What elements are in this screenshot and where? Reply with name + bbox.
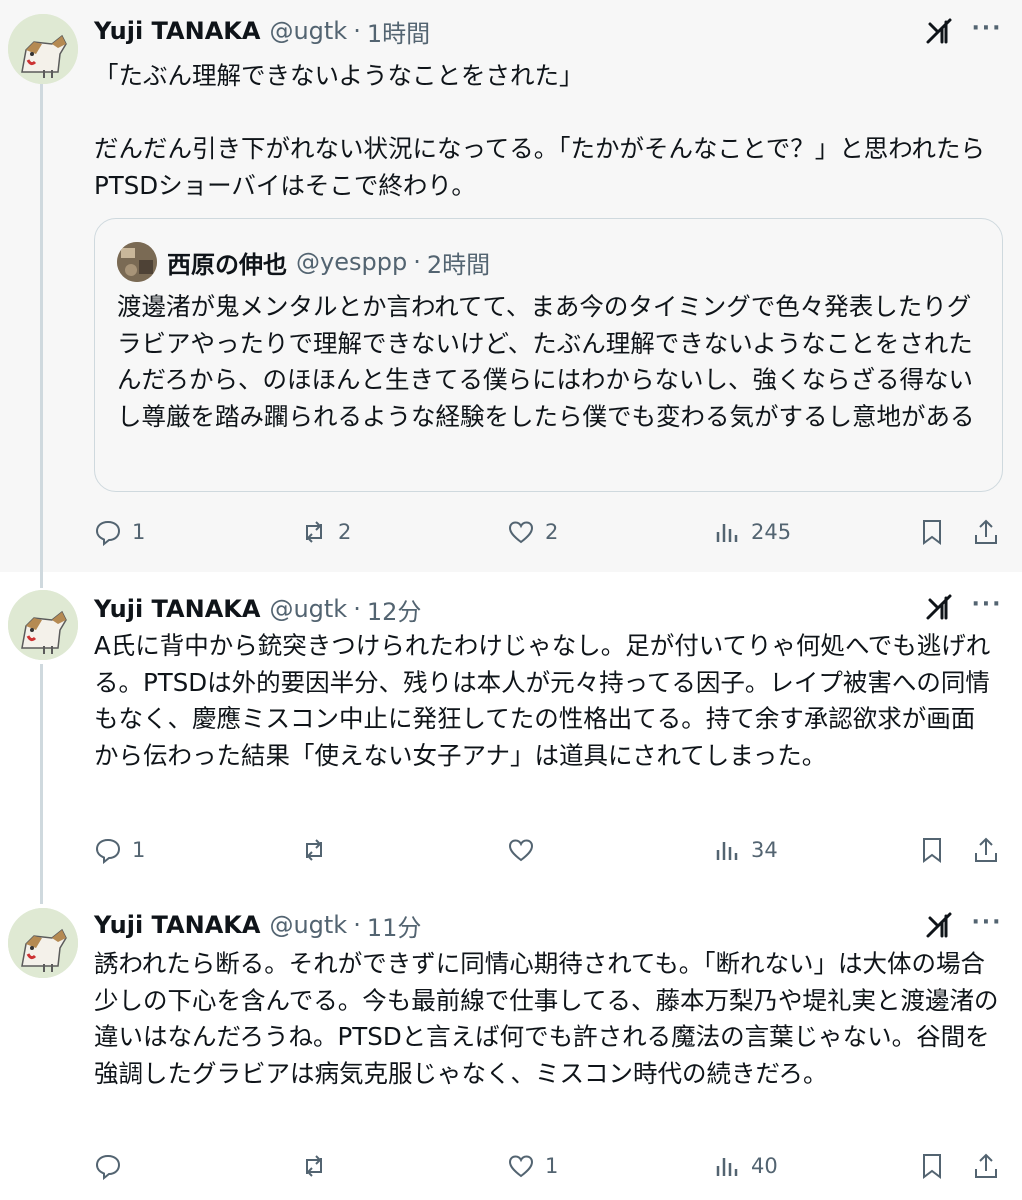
author-name[interactable]: Yuji TANAKA: [94, 911, 260, 939]
view-count: 245: [751, 520, 792, 544]
tweet[interactable]: Yuji TANAKA @ugtk · 1時間 ··· 「たぶん理解できないよう…: [0, 0, 1022, 572]
bookmark-icon: [923, 1154, 941, 1179]
timestamp[interactable]: 12分: [367, 592, 422, 627]
share-icon: [975, 519, 997, 544]
view-count: 34: [751, 838, 778, 862]
reply-count: 1: [132, 838, 146, 862]
action-bar: 1 40: [0, 1146, 1022, 1186]
dog-avatar-icon: [8, 908, 78, 978]
timestamp[interactable]: 11分: [367, 908, 422, 943]
author-handle[interactable]: @ugtk: [269, 595, 347, 623]
action-bar: 1 2 2 245: [0, 512, 1022, 552]
like-button[interactable]: 2: [507, 512, 558, 552]
bookmark-icon: [923, 838, 941, 863]
views-button[interactable]: 245: [713, 512, 791, 552]
more-icon[interactable]: ···: [970, 912, 1004, 942]
heart-icon: [508, 1155, 534, 1178]
grok-icon[interactable]: [924, 16, 954, 46]
quote-timestamp: 2時間: [426, 250, 491, 279]
heart-icon: [508, 521, 534, 544]
like-count: 2: [545, 520, 559, 544]
separator-dot: ·: [413, 248, 421, 276]
tweet-text: A氏に背中から銃突きつけられたわけじゃなし。足が付いてりゃ何処へでも逃げれる。P…: [94, 631, 991, 770]
views-icon: [716, 1158, 738, 1176]
author-handle[interactable]: @ugtk: [269, 17, 347, 45]
tweet-text: 「たぶん理解できないようなことをされた」 だんだん引き下がれない状況になってる。…: [94, 61, 986, 200]
reply-button[interactable]: 1: [94, 512, 145, 552]
tweet[interactable]: Yuji TANAKA @ugtk · 12分 ··· A氏に背中から銃突きつけ…: [0, 572, 1022, 890]
author-name[interactable]: Yuji TANAKA: [94, 595, 260, 623]
dog-avatar-icon: [8, 590, 78, 660]
like-button[interactable]: [507, 830, 545, 870]
repost-count: 2: [338, 520, 352, 544]
views-button[interactable]: 34: [713, 830, 778, 870]
photo-avatar-icon: [117, 242, 157, 282]
more-icon[interactable]: ···: [970, 594, 1004, 624]
reply-button[interactable]: [94, 1146, 132, 1186]
timestamp[interactable]: 1時間: [367, 14, 430, 49]
like-button[interactable]: 1: [507, 1146, 558, 1186]
repost-button[interactable]: [300, 1146, 338, 1186]
thread-line: [40, 890, 43, 904]
views-icon: [716, 842, 738, 860]
thread-line: [40, 84, 43, 572]
bookmark-icon: [923, 520, 941, 545]
avatar[interactable]: [8, 590, 78, 660]
thread-line: [40, 572, 43, 588]
tweet-header: Yuji TANAKA @ugtk · 12分: [94, 592, 421, 626]
tweet-header: Yuji TANAKA @ugtk · 1時間: [94, 14, 430, 48]
bookmark-button[interactable]: [918, 1146, 946, 1186]
share-button[interactable]: [972, 1146, 1000, 1186]
separator-dot: ·: [353, 595, 361, 623]
like-count: 1: [545, 1154, 559, 1178]
tweet-header: Yuji TANAKA @ugtk · 11分: [94, 908, 421, 942]
tweet[interactable]: Yuji TANAKA @ugtk · 11分 ··· 誘われたら断る。それがで…: [0, 890, 1022, 1200]
more-icon[interactable]: ···: [970, 18, 1004, 48]
share-icon: [975, 837, 997, 862]
heart-icon: [508, 839, 534, 862]
views-button[interactable]: 40: [713, 1146, 778, 1186]
avatar[interactable]: [8, 908, 78, 978]
repost-icon: [306, 521, 322, 543]
views-icon: [716, 524, 738, 542]
repost-button[interactable]: [300, 830, 338, 870]
reply-count: 1: [132, 520, 146, 544]
tweet-text: 誘われたら断る。それができずに同情心期待されても。「断れない」は大体の場合少しの…: [94, 949, 999, 1088]
grok-icon[interactable]: [924, 592, 954, 622]
grok-icon[interactable]: [924, 910, 954, 940]
view-count: 40: [751, 1154, 778, 1178]
separator-dot: ·: [353, 17, 361, 45]
share-button[interactable]: [972, 830, 1000, 870]
quote-avatar[interactable]: [117, 242, 157, 282]
quote-author-name: 西原の伸也: [167, 250, 287, 279]
reply-icon: [95, 520, 121, 546]
bookmark-button[interactable]: [918, 512, 946, 552]
quote-author-handle: @yesppp: [296, 248, 408, 276]
repost-button[interactable]: 2: [300, 512, 351, 552]
quote-text: 渡邊渚が鬼メンタルとか言われてて、まあ今のタイミングで色々発表したりグラビアやっ…: [117, 292, 975, 431]
avatar[interactable]: [8, 14, 78, 84]
quote-header: 西原の伸也 @yesppp · 2時間: [167, 245, 490, 279]
reply-icon: [95, 1154, 121, 1180]
share-button[interactable]: [972, 512, 1000, 552]
reply-button[interactable]: 1: [94, 830, 145, 870]
share-icon: [975, 1153, 997, 1178]
separator-dot: ·: [353, 911, 361, 939]
reply-icon: [95, 838, 121, 864]
dog-avatar-icon: [8, 14, 78, 84]
author-name[interactable]: Yuji TANAKA: [94, 17, 260, 45]
repost-icon: [306, 839, 322, 861]
quote-tweet[interactable]: 西原の伸也 @yesppp · 2時間 渡邊渚が鬼メンタルとか言われてて、まあ今…: [94, 218, 1003, 492]
repost-icon: [306, 1155, 322, 1177]
action-bar: 1 34: [0, 830, 1022, 870]
bookmark-button[interactable]: [918, 830, 946, 870]
author-handle[interactable]: @ugtk: [269, 911, 347, 939]
